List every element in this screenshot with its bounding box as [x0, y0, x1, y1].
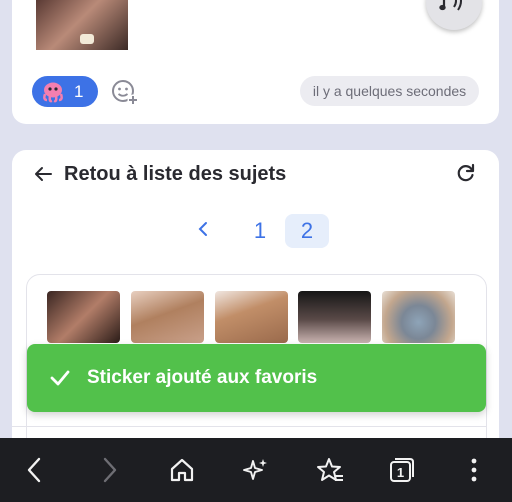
nav-back-button[interactable] [16, 452, 52, 488]
post-image-thumbnail[interactable] [36, 0, 128, 50]
previous-page-button[interactable] [198, 220, 208, 243]
tab-count: 1 [397, 465, 404, 480]
sticker-item[interactable] [131, 291, 204, 343]
nav-favorites-button[interactable] [312, 452, 348, 488]
menu-icon [471, 458, 477, 482]
forward-icon [103, 457, 117, 483]
reaction-count: 1 [74, 81, 84, 101]
music-note-icon [439, 0, 462, 11]
sticker-item[interactable] [298, 291, 371, 343]
sticker-item[interactable] [47, 291, 120, 343]
add-reaction-button[interactable] [111, 78, 139, 106]
post-timestamp: il y a quelques secondes [300, 76, 479, 106]
page-1-button[interactable]: 1 [238, 214, 282, 248]
back-link-label: Retou à liste des sujets [64, 162, 287, 185]
nav-forward-button[interactable] [92, 452, 128, 488]
refresh-icon [457, 163, 475, 182]
previous-post-card: 1 il y a quelques secondes [12, 0, 499, 124]
chevron-left-icon [198, 222, 207, 236]
back-icon [27, 457, 41, 483]
octopus-emoji-icon [43, 82, 63, 102]
nav-tabs-button[interactable]: 1 [384, 452, 420, 488]
nav-ai-button[interactable] [238, 452, 274, 488]
sticker-item[interactable] [215, 291, 288, 343]
audio-play-button[interactable] [426, 0, 482, 30]
back-to-topics-link[interactable]: Retou à liste des sujets [34, 160, 286, 188]
tabs-icon: 1 [390, 458, 414, 482]
browser-bottom-bar: 1 [0, 438, 512, 502]
pagination: 1 2 [12, 214, 499, 248]
checkmark-icon [50, 370, 70, 386]
reaction-button[interactable]: 1 [32, 76, 98, 107]
favorites-star-icon [317, 458, 343, 481]
refresh-button[interactable] [455, 162, 477, 184]
arrow-left-icon [35, 167, 52, 181]
add-emoji-icon [112, 80, 139, 106]
nav-menu-button[interactable] [456, 452, 492, 488]
topic-card: Retou à liste des sujets 1 2 [12, 150, 499, 486]
divider [12, 426, 487, 427]
sticker-item[interactable] [382, 291, 455, 343]
nav-home-button[interactable] [164, 452, 200, 488]
toast-notification: Sticker ajouté aux favoris [27, 344, 486, 412]
toast-message: Sticker ajouté aux favoris [87, 367, 318, 388]
sparkle-icon [243, 459, 267, 480]
home-icon [170, 458, 194, 482]
page-2-button[interactable]: 2 [285, 214, 329, 248]
